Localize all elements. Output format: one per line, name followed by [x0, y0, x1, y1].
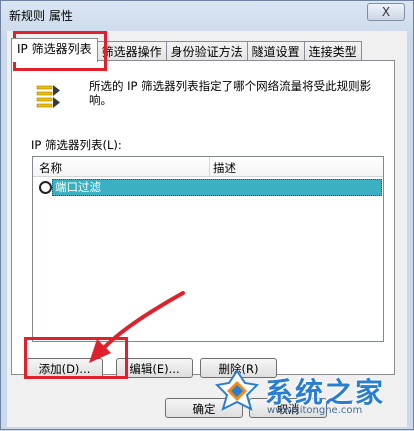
watermark: 系统之家 www.xitonghe.com — [215, 363, 405, 423]
window-title: 新规则 属性 — [9, 9, 73, 23]
tab-filter-action[interactable]: 筛选器操作 — [96, 41, 167, 62]
list-header: 名称 描述 — [33, 157, 383, 177]
close-icon: X — [381, 5, 391, 19]
annotation-highlight-box-add — [24, 337, 128, 379]
filter-list[interactable]: 名称 描述 端口过滤 — [32, 156, 384, 342]
tab-connection-type[interactable]: 连接类型 — [303, 41, 362, 62]
filter-list-label: IP 筛选器列表(L): — [31, 138, 122, 152]
tab-authentication-methods[interactable]: 身份验证方法 — [165, 41, 248, 62]
watermark-logo-icon — [215, 369, 259, 411]
column-header-description[interactable]: 描述 — [213, 160, 236, 176]
tab-ip-filter-list[interactable]: IP 筛选器列表 — [11, 38, 98, 62]
column-header-name[interactable]: 名称 — [39, 160, 62, 176]
list-item[interactable]: 端口过滤 — [36, 179, 382, 196]
tab-strip: IP 筛选器列表 筛选器操作 身份验证方法 隧道设置 连接类型 — [11, 38, 362, 62]
radio-button[interactable] — [39, 181, 52, 194]
watermark-url: www.xitonghe.com — [267, 405, 363, 416]
column-divider[interactable] — [209, 157, 210, 176]
tab-tunnel-settings[interactable]: 隧道设置 — [246, 41, 305, 62]
filter-list-icon — [36, 85, 60, 108]
description-text: 所选的 IP 筛选器列表指定了哪个网络流量将受此规则影响。 — [89, 79, 372, 107]
close-button[interactable]: X — [367, 3, 405, 21]
list-item-name[interactable]: 端口过滤 — [52, 179, 382, 196]
dialog-window: 新规则 属性 X IP 筛选器列表 筛选器操作 身份验证方法 隧道设置 连接类型 所选的… — [0, 0, 414, 430]
